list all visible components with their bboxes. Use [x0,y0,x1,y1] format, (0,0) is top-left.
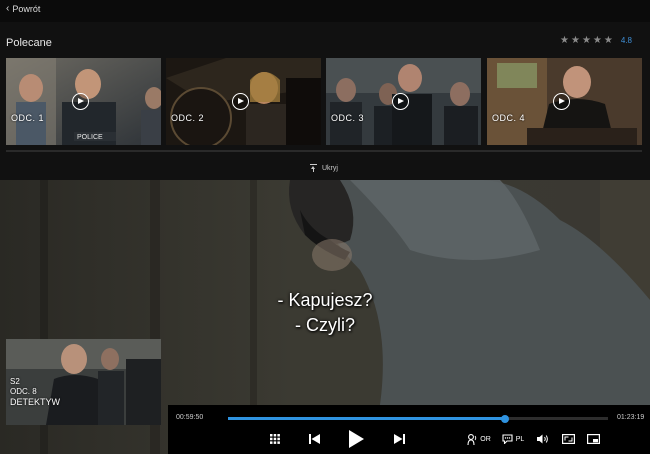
next-episode-thumbnail [6,339,161,425]
progress-handle[interactable] [501,414,510,423]
play-icon [553,93,570,110]
aspect-ratio-icon [561,434,575,444]
episode-label: ODC. 4 [492,113,526,123]
play-icon [72,93,89,110]
aspect-ratio-button[interactable] [561,432,575,446]
collapse-up-icon [310,164,317,172]
picture-in-picture-button[interactable] [586,432,600,446]
play-icon [349,430,364,448]
subtitles-button[interactable]: PL [500,432,526,446]
star-icon: ★ [603,35,613,46]
episode-label: ODC. 1 [11,113,45,123]
rating: ★ ★ ★ ★ ★ 4.8 [560,35,632,46]
player-controls: 00:59:50 01:23:19 OR PL [168,405,650,454]
chevron-left-icon: ‹ [6,3,10,14]
audio-language-label: OR [480,435,491,443]
episodes-grid-button[interactable] [268,432,282,446]
speech-bubble-icon [502,434,513,444]
progress-fill [228,417,506,420]
picture-in-picture-icon [586,434,600,444]
progress-bar[interactable] [228,414,608,423]
back-button[interactable]: ‹ Powrót [6,3,41,15]
skip-next-icon [393,434,405,444]
subtitle-line: - Kapujesz? [277,290,373,310]
next-episode-number: ODC. 8 [10,387,37,396]
episode-label: ODC. 3 [331,113,365,123]
video-player[interactable]: - Kapujesz? - Czyli? S2 ODC. 8 DETEKTYW … [0,180,650,454]
grid-icon [270,434,280,444]
star-icon: ★ [570,35,580,46]
star-icon: ★ [581,35,591,46]
back-label: Powrót [12,4,41,14]
skip-previous-icon [308,434,320,444]
next-episode-title: DETEKTYW [10,397,61,407]
episode-card[interactable]: ODC. 4 [487,58,642,145]
subtitles: - Kapujesz? - Czyli? [0,288,650,338]
audio-track-icon [467,433,477,445]
next-button[interactable] [392,432,406,446]
subtitles-language-label: PL [515,435,525,443]
rating-value: 4.8 [620,36,632,45]
hide-button[interactable]: Ukryj [310,164,338,172]
star-icon: ★ [560,35,569,46]
volume-icon [537,434,548,444]
total-time: 01:23:19 [617,414,645,421]
audio-language-button[interactable]: OR [466,432,492,446]
recommended-panel: Polecane ★ ★ ★ ★ ★ 4.8 POLICE ODC. 1 ODC… [0,22,650,180]
play-button[interactable] [346,429,366,449]
top-bar: ‹ Powrót [0,0,650,22]
play-icon [392,93,409,110]
play-icon [232,93,249,110]
episode-label: ODC. 2 [171,113,205,123]
episode-card[interactable]: POLICE ODC. 1 [6,58,161,145]
star-icon: ★ [592,35,602,46]
current-time: 00:59:50 [176,414,204,421]
volume-button[interactable] [536,432,550,446]
section-title: Polecane [6,37,52,49]
subtitle-line: - Czyli? [294,315,355,335]
svg-text:POLICE: POLICE [77,134,103,141]
hide-label: Ukryj [322,164,338,172]
next-episode-card[interactable]: S2 ODC. 8 DETEKTYW [6,339,161,425]
episode-card[interactable]: ODC. 3 [326,58,481,145]
previous-button[interactable] [307,432,321,446]
carousel-scrollbar[interactable] [6,150,642,152]
next-episode-season: S2 [10,377,20,386]
episode-card[interactable]: ODC. 2 [166,58,321,145]
